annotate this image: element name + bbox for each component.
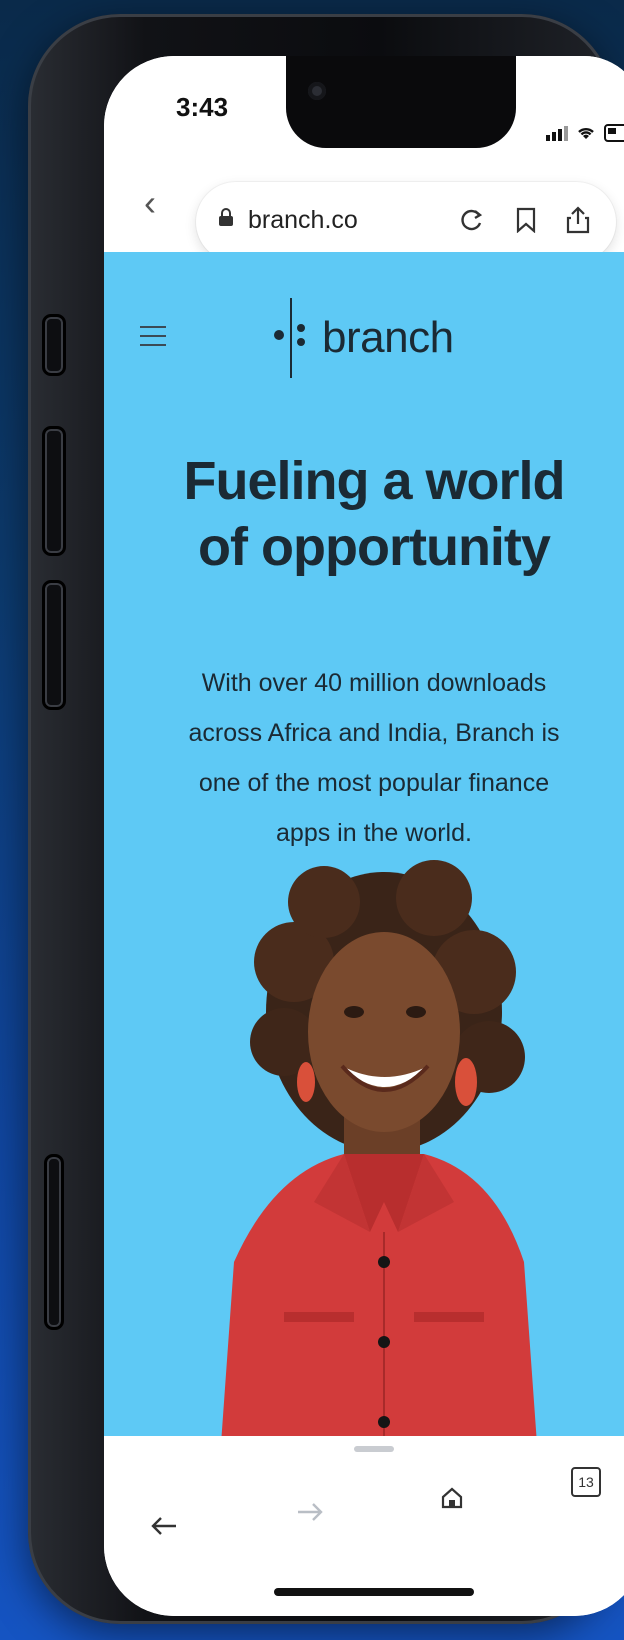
status-icons bbox=[546, 124, 624, 142]
arrow-left-icon[interactable] bbox=[144, 1506, 184, 1546]
hero-title-line-2: of opportunity bbox=[198, 517, 551, 577]
phone-screen: 3:43 ‹ branch.co branch Fueling a world … bbox=[104, 56, 624, 1616]
bookmark-icon[interactable] bbox=[510, 204, 542, 236]
hero-section: branch Fueling a world of opportunity Wi… bbox=[104, 252, 624, 1542]
status-bar: 3:43 bbox=[104, 56, 624, 176]
home-icon[interactable] bbox=[432, 1478, 472, 1518]
phone-frame: 3:43 ‹ branch.co branch Fueling a world … bbox=[28, 14, 624, 1624]
wifi-icon bbox=[578, 127, 594, 139]
hero-title-line-1: Fueling a world bbox=[183, 451, 565, 511]
reload-icon[interactable] bbox=[456, 204, 488, 236]
url-text[interactable]: branch.co bbox=[248, 206, 358, 235]
home-indicator[interactable] bbox=[274, 1588, 474, 1596]
drag-handle[interactable] bbox=[354, 1446, 394, 1452]
silent-switch bbox=[42, 314, 66, 376]
hero-subtitle: With over 40 million downloads across Af… bbox=[124, 658, 624, 858]
hero-subtitle-line-1: With over 40 million downloads bbox=[201, 669, 547, 697]
signal-icon bbox=[546, 125, 568, 141]
arrow-right-icon[interactable] bbox=[290, 1492, 330, 1532]
sim-tray bbox=[44, 1154, 64, 1330]
status-time: 3:43 bbox=[176, 92, 229, 122]
address-bar[interactable]: branch.co bbox=[196, 182, 616, 262]
branch-logo-icon bbox=[274, 298, 316, 378]
hero-title: Fueling a world of opportunity bbox=[144, 448, 604, 580]
tabs-count: 13 bbox=[571, 1467, 601, 1497]
brand-logo[interactable]: branch bbox=[274, 298, 454, 378]
volume-down-button bbox=[42, 580, 66, 710]
brand-name: branch bbox=[322, 313, 454, 362]
volume-up-button bbox=[42, 426, 66, 556]
tabs-button[interactable]: 13 bbox=[566, 1462, 606, 1502]
chevron-left-icon[interactable]: ‹ bbox=[144, 182, 156, 224]
share-icon[interactable] bbox=[562, 204, 594, 236]
notch bbox=[286, 56, 516, 148]
hero-subtitle-line-3: one of the most popular finance bbox=[198, 769, 550, 797]
camera-icon bbox=[308, 82, 326, 100]
hamburger-menu-icon[interactable] bbox=[140, 326, 166, 348]
browser-bottom-toolbar: 13 bbox=[104, 1436, 624, 1616]
lock-icon bbox=[219, 208, 233, 226]
battery-icon bbox=[604, 124, 624, 142]
hero-subtitle-line-2: across Africa and India, Branch is bbox=[188, 719, 560, 747]
